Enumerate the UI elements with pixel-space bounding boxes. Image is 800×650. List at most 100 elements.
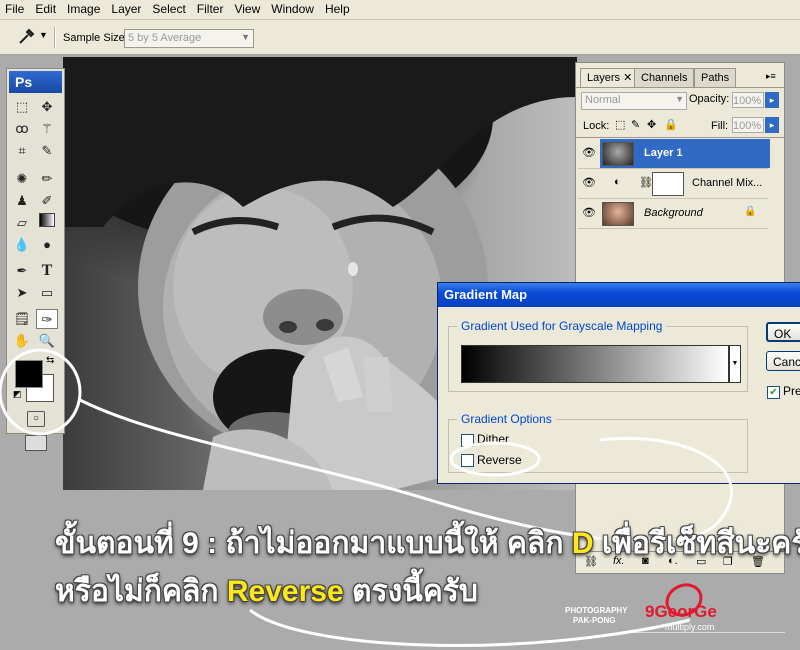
opacity-slider-button[interactable]: ▸ xyxy=(765,92,779,108)
crop-tool-icon[interactable]: ⌗ xyxy=(11,141,33,161)
layer-thumbnail xyxy=(602,202,634,226)
group-label: Gradient Used for Grayscale Mapping xyxy=(457,319,667,333)
swap-colors-icon[interactable]: ⇆ xyxy=(46,355,54,366)
menu-bar: File Edit Image Layer Select Filter View Window… xyxy=(0,0,800,20)
fill-input[interactable]: 100% xyxy=(732,117,764,133)
menu-select[interactable]: Select xyxy=(147,0,191,16)
tab-channels[interactable]: Channels xyxy=(634,68,695,87)
instruction-text: ตรงนี้ครับ xyxy=(343,575,478,608)
menu-edit[interactable]: Edit xyxy=(30,0,62,16)
eraser-tool-icon[interactable]: ▱ xyxy=(11,213,33,233)
gradient-preview[interactable] xyxy=(461,345,729,383)
lock-icon: 🔒 xyxy=(744,206,757,217)
blur-tool-icon[interactable]: 💧 xyxy=(11,235,33,255)
gradient-dropdown-button[interactable]: ▼ xyxy=(729,345,741,383)
blend-mode-value: Normal xyxy=(585,94,621,106)
lock-all-icon[interactable]: 🔒 xyxy=(664,118,678,131)
instruction-line-2: หรือไม่ก็คลิก Reverse ตรงนี้ครับ xyxy=(55,568,478,615)
visibility-eye-icon[interactable]: 👁 xyxy=(582,147,596,159)
instruction-text: เพื่อรีเซ็ทสีนะครับ xyxy=(601,527,800,560)
key-highlight: D xyxy=(571,527,594,560)
notes-tool-icon[interactable]: 🗒 xyxy=(11,309,33,329)
opacity-value: 100% xyxy=(733,95,762,107)
menu-layer[interactable]: Layer xyxy=(106,0,147,16)
preview-checkbox[interactable]: ✔ xyxy=(767,386,780,399)
instruction-line-1: ขั้นตอนที่ 9 : ถ้าไม่ออกมาแบบนี้ให้ คลิก… xyxy=(55,520,800,567)
layer-row-layer-1[interactable]: 👁 Layer 1 xyxy=(578,139,770,169)
lock-transparent-icon[interactable]: ⬚ xyxy=(615,118,625,131)
options-bar: ▼ Sample Size: 5 by 5 Average ▼ xyxy=(0,20,800,55)
slice-tool-icon[interactable]: ✎ xyxy=(36,141,58,161)
photoshop-logo: Ps xyxy=(9,71,62,93)
hand-tool-icon[interactable]: ✋ xyxy=(11,331,33,351)
visibility-eye-icon[interactable]: 👁 xyxy=(582,207,596,219)
watermark: PHOTOGRAPHY PAK-PONG 9GeorGe multiply.co… xyxy=(565,577,795,645)
visibility-eye-icon[interactable]: 👁 xyxy=(582,177,596,189)
watermark-photography: PHOTOGRAPHY xyxy=(565,606,628,615)
type-tool-icon[interactable]: T xyxy=(36,261,58,281)
pen-tool-icon[interactable]: ✒ xyxy=(11,261,33,281)
foreground-color-swatch[interactable] xyxy=(15,360,43,388)
gradient-options-group: Gradient Options Dither Reverse xyxy=(448,412,748,473)
eyedropper-tool-icon[interactable]: ✑ xyxy=(36,309,58,329)
menu-view[interactable]: View xyxy=(229,0,266,16)
layer-name: Background xyxy=(644,207,703,219)
layer-row-background[interactable]: 👁 Background 🔒 xyxy=(578,199,768,229)
dialog-title: Gradient Map xyxy=(438,283,800,307)
link-icon: ⛓ xyxy=(639,177,653,189)
gradient-tool-icon[interactable] xyxy=(36,213,58,233)
quick-mask-icon[interactable]: ○ xyxy=(27,411,45,427)
tab-layers-label: Layers xyxy=(587,72,621,84)
palette-menu-icon[interactable]: ▸≡ xyxy=(766,71,776,82)
opacity-input[interactable]: 100% xyxy=(732,92,764,108)
layer-row-channel-mixer[interactable]: 👁 ◐ ⛓ Channel Mix... xyxy=(578,169,768,199)
dither-checkbox[interactable] xyxy=(461,434,474,447)
gradient-map-dialog: Gradient Map Gradient Used for Grayscale… xyxy=(437,282,800,484)
ok-button[interactable]: OK xyxy=(766,322,800,342)
fill-slider-button[interactable]: ▸ xyxy=(765,117,779,133)
lasso-tool-icon[interactable]: ꝏ xyxy=(11,119,33,139)
reverse-highlight: Reverse xyxy=(226,575,344,608)
sample-size-select[interactable]: 5 by 5 Average ▼ xyxy=(124,29,254,48)
instruction-text: หรือไม่ก็คลิก xyxy=(55,575,227,608)
path-selection-tool-icon[interactable]: ➤ xyxy=(11,283,33,303)
menu-image[interactable]: Image xyxy=(62,0,106,16)
menu-filter[interactable]: Filter xyxy=(192,0,230,16)
eyedropper-tool-preset[interactable]: ▼ xyxy=(14,26,48,48)
default-colors-icon[interactable]: ◩ xyxy=(13,389,22,400)
watermark-site: multiply.com xyxy=(665,622,715,632)
close-icon[interactable]: ✕ xyxy=(623,72,632,84)
adjustment-layer-icon: ◐ xyxy=(614,176,621,188)
shape-tool-icon[interactable]: ▭ xyxy=(36,283,58,303)
zoom-tool-icon[interactable]: 🔍 xyxy=(36,331,58,351)
watermark-brand: 9GeorGe xyxy=(645,602,717,621)
dither-label: Dither xyxy=(477,432,510,446)
screen-mode-icon[interactable] xyxy=(25,435,47,451)
healing-brush-tool-icon[interactable]: ✺ xyxy=(11,169,33,189)
clone-stamp-tool-icon[interactable]: ♟ xyxy=(11,191,33,211)
move-tool-icon[interactable]: ✥ xyxy=(36,97,58,117)
menu-help[interactable]: Help xyxy=(320,0,356,16)
magic-wand-tool-icon[interactable]: ⚚ xyxy=(36,119,58,139)
menu-window[interactable]: Window xyxy=(266,0,320,16)
reverse-label: Reverse xyxy=(477,453,522,467)
lock-position-icon[interactable]: ✥ xyxy=(647,118,656,131)
preview-label: Preview xyxy=(783,384,800,398)
dodge-tool-icon[interactable]: ● xyxy=(36,235,58,255)
fill-value: 100% xyxy=(733,120,762,132)
reverse-checkbox[interactable] xyxy=(461,454,474,467)
brush-tool-icon[interactable]: ✏ xyxy=(36,169,58,189)
cancel-button[interactable]: Cancel xyxy=(766,351,800,371)
eyedropper-icon xyxy=(19,28,35,44)
tab-paths[interactable]: Paths xyxy=(694,68,737,87)
menu-file[interactable]: File xyxy=(0,0,30,16)
tab-layers[interactable]: Layers ✕ xyxy=(580,68,640,87)
history-brush-tool-icon[interactable]: ✐ xyxy=(36,191,58,211)
blend-mode-select[interactable]: Normal ▼ xyxy=(581,92,687,110)
layer-thumbnail xyxy=(602,142,634,166)
group-label: Gradient Options xyxy=(457,412,556,426)
instruction-text: ขั้นตอนที่ 9 : ถ้าไม่ออกมาแบบนี้ให้ คลิก xyxy=(55,527,572,560)
chevron-down-icon: ▼ xyxy=(39,30,48,40)
marquee-tool-icon[interactable]: ⬚ xyxy=(11,97,33,117)
lock-image-icon[interactable]: ✎ xyxy=(631,118,640,131)
